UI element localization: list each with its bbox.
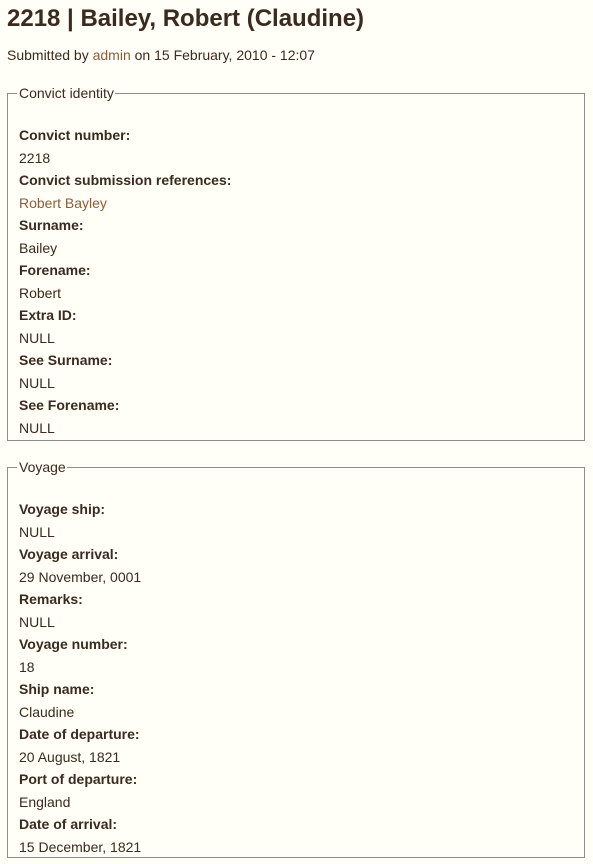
date-of-departure-value: 20 August, 1821: [19, 748, 121, 765]
submitted-on: on: [134, 47, 151, 63]
see-forename-label: See Forename:: [19, 397, 120, 413]
voyage-number-value: 18: [19, 658, 35, 675]
submission-reference-link[interactable]: Robert Bayley: [19, 195, 107, 211]
voyage-ship-label: Voyage ship:: [19, 501, 106, 517]
surname-label: Surname:: [19, 217, 84, 233]
forename-value: Robert: [19, 284, 62, 301]
see-forename-value: NULL: [19, 419, 55, 436]
author-link[interactable]: admin: [93, 47, 131, 63]
see-surname-value: NULL: [19, 374, 55, 391]
date-of-arrival-label: Date of arrival:: [19, 816, 118, 832]
page-title: 2218 | Bailey, Robert (Claudine): [7, 5, 365, 32]
submitted-prefix: Submitted by: [7, 47, 89, 63]
port-of-departure-label: Port of departure:: [19, 771, 138, 787]
date-of-departure-label: Date of departure:: [19, 726, 140, 742]
submission-references-label: Convict submission references:: [19, 172, 232, 188]
extra-id-value: NULL: [19, 329, 55, 346]
voyage-ship-value: NULL: [19, 523, 55, 540]
voyage-number-label: Voyage number:: [19, 636, 128, 652]
ship-name-value: Claudine: [19, 703, 75, 720]
port-of-departure-value: England: [19, 793, 71, 810]
voyage-legend: Voyage: [19, 459, 66, 475]
submission-references-value: Robert Bayley: [19, 192, 574, 215]
see-surname-label: See Surname:: [19, 352, 113, 368]
surname-value: Bailey: [19, 239, 58, 256]
extra-id-label: Extra ID:: [19, 307, 77, 323]
forename-label: Forename:: [19, 262, 91, 278]
convict-identity-legend: Convict identity: [19, 85, 114, 101]
remarks-value: NULL: [19, 613, 55, 630]
convict-number-label: Convict number:: [19, 127, 131, 143]
convict-identity-fieldset: Convict identity Convict number: 2218 Co…: [7, 85, 585, 441]
convict-identity-fields: Convict number: 2218 Convict submission …: [19, 124, 574, 439]
remarks-label: Remarks:: [19, 591, 83, 607]
date-of-arrival-value: 15 December, 1821: [19, 838, 142, 855]
voyage-fields: Voyage ship: NULL Voyage arrival: 29 Nov…: [19, 498, 574, 858]
submitted-info: Submitted by admin on 15 February, 2010 …: [7, 46, 315, 64]
voyage-fieldset: Voyage Voyage ship: NULL Voyage arrival:…: [7, 459, 585, 858]
voyage-arrival-value: 29 November, 0001: [19, 568, 142, 585]
convict-number-value: 2218: [19, 149, 51, 166]
voyage-arrival-label: Voyage arrival:: [19, 546, 119, 562]
submitted-date: 15 February, 2010 - 12:07: [154, 47, 315, 63]
node-page: 2218 | Bailey, Robert (Claudine) Submitt…: [0, 0, 593, 864]
ship-name-label: Ship name:: [19, 681, 95, 697]
